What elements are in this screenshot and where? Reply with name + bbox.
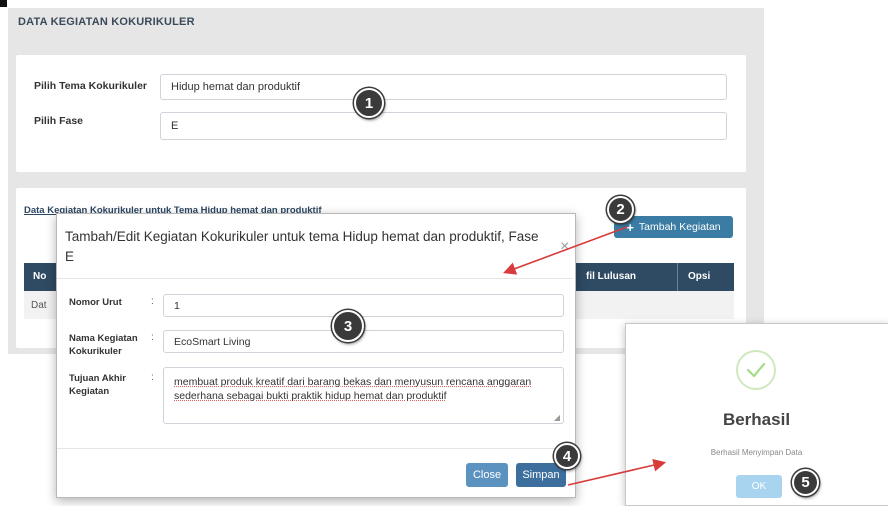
annotation-badge-3: 3 — [332, 310, 364, 342]
annotation-badge-4: 4 — [554, 443, 580, 469]
arrow-to-success — [567, 458, 667, 486]
arrow-to-modal — [503, 226, 628, 275]
annotation-badge-5: 5 — [792, 469, 819, 496]
annotation-badge-1: 1 — [354, 88, 384, 118]
annotation-arrows — [503, 226, 667, 486]
annotation-badge-2: 2 — [607, 196, 634, 223]
